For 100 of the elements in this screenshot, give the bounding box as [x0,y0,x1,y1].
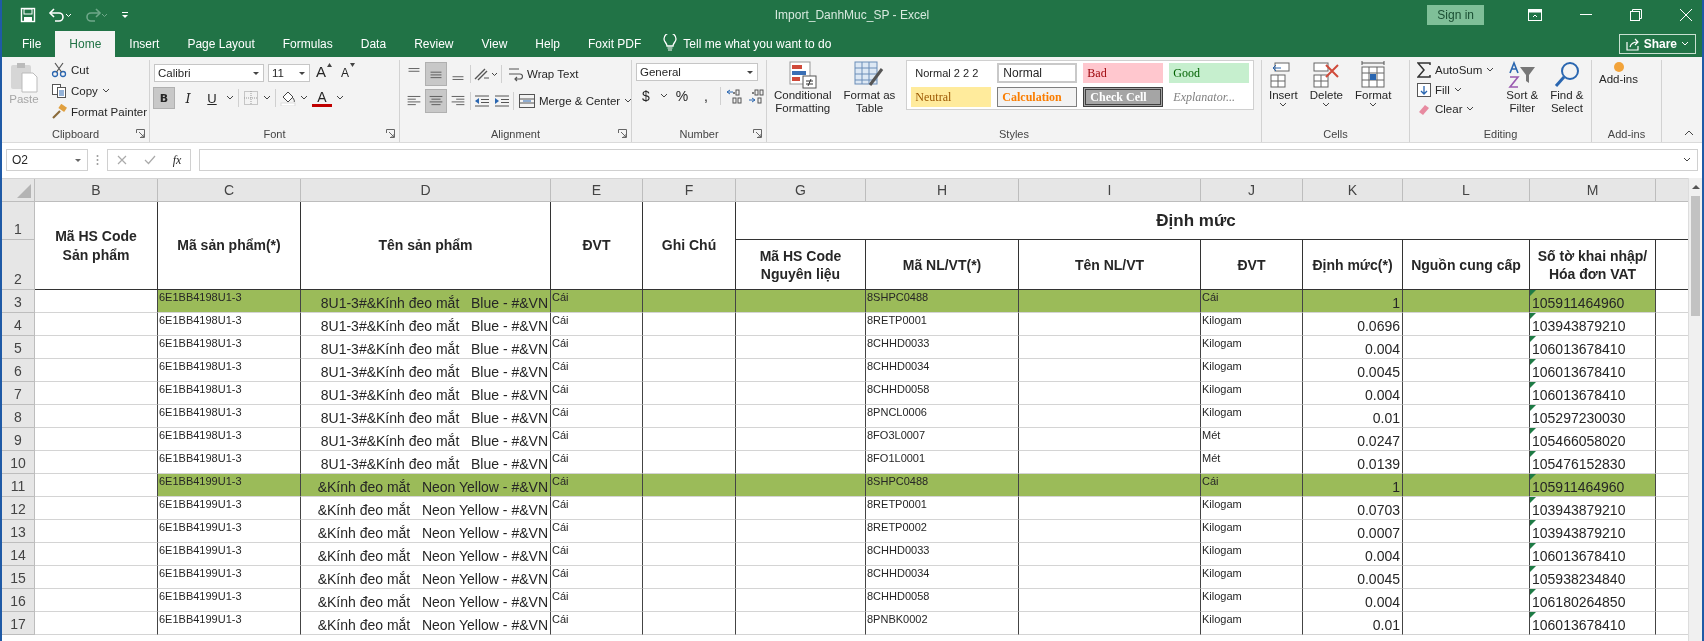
column-header[interactable]: C [158,179,301,202]
column-header[interactable]: J [1201,179,1303,202]
column-header[interactable]: B [35,179,158,202]
cell-style-swatch[interactable]: Bad [1083,63,1164,83]
text-orientation-icon[interactable] [473,66,499,82]
font-style-button[interactable]: I [178,88,198,108]
font-color-button[interactable]: A [312,89,332,107]
row-number[interactable]: 11 [2,474,35,497]
merge-center-button[interactable]: Merge & Center [516,92,636,110]
row-number[interactable]: 13 [2,520,35,543]
undo-icon[interactable] [48,7,72,23]
row-number[interactable]: 5 [2,336,35,359]
copy-button[interactable]: Copy [48,81,151,101]
clear-button[interactable]: Clear [1414,100,1498,118]
share-button[interactable]: Share [1618,34,1696,54]
scroll-up-icon[interactable] [1690,184,1701,190]
ribbon-tab[interactable]: Formulas [268,31,347,57]
customize-caret-icon[interactable] [120,9,130,21]
font-size-dropdown[interactable]: 11 [268,64,310,82]
conditional-formatting-button[interactable]: Conditional Formatting [771,60,835,116]
formula-input[interactable] [199,149,1698,171]
column-header[interactable]: G [736,179,866,202]
font-name-dropdown[interactable]: Calibri [154,64,264,82]
row-number[interactable]: 16 [2,589,35,612]
caret-icon[interactable] [300,95,308,101]
format-painter-button[interactable]: Format Painter [48,102,151,122]
row-number[interactable]: 4 [2,313,35,336]
lightbulb-icon[interactable] [663,34,678,52]
collapse-ribbon-icon[interactable] [1684,130,1694,136]
dialog-launcher-icon[interactable] [386,129,395,138]
sign-in-button[interactable]: Sign in [1427,5,1484,25]
drag-handle-icon[interactable] [96,154,99,166]
increase-decimal-icon[interactable] [725,88,743,104]
column-header[interactable]: D [301,179,551,202]
ribbon-tab[interactable]: Insert [115,31,174,57]
font-style-button[interactable]: B [154,88,174,108]
font-style-button[interactable]: U [202,88,222,108]
row-number[interactable]: 1 [2,202,35,240]
row-number[interactable]: 3 [2,290,35,313]
increase-indent-icon[interactable] [493,93,511,109]
ribbon-tab[interactable]: Page Layout [173,31,269,57]
percent-style-button[interactable]: % [672,86,692,106]
scroll-thumb[interactable] [1691,196,1700,316]
row-number[interactable]: 15 [2,566,35,589]
find-select-button[interactable]: Find & Select [1547,60,1587,116]
decrease-font-size-button[interactable]: A [338,63,358,83]
fill-button[interactable]: Fill [1414,81,1498,99]
checkmark-icon[interactable] [143,155,156,165]
autosum-button[interactable]: AutoSum [1414,60,1498,80]
save-icon[interactable] [20,7,36,23]
cut-button[interactable]: Cut [48,60,151,80]
currency-format-button[interactable]: $ [636,86,656,106]
ribbon-tab[interactable]: Review [400,31,468,57]
restore-icon[interactable] [1630,9,1642,21]
row-number[interactable]: 17 [2,612,35,635]
name-box[interactable]: O2 [6,149,88,171]
row-number[interactable]: 9 [2,428,35,451]
align-middle-icon[interactable] [426,63,446,85]
row-number[interactable]: 14 [2,543,35,566]
ribbon-tab[interactable]: Help [521,31,574,57]
column-header[interactable]: L [1403,179,1530,202]
format-as-table-button[interactable]: Format as Table [840,60,899,116]
row-number[interactable]: 12 [2,497,35,520]
caret-icon[interactable] [660,93,668,99]
column-header[interactable]: M [1530,179,1656,202]
ribbon-tab[interactable]: Foxit PDF [574,31,656,57]
wrap-text-button[interactable]: Wrap Text [504,64,582,84]
cells-button[interactable]: Format [1352,60,1395,109]
vertical-scrollbar[interactable] [1688,178,1702,641]
ribbon-tab[interactable]: Data [346,31,401,57]
row-number[interactable]: 10 [2,451,35,474]
column-header[interactable]: H [866,179,1019,202]
dialog-launcher-icon[interactable] [136,129,145,138]
caret-icon[interactable] [263,95,271,101]
ribbon-tab[interactable]: View [467,31,522,57]
cells-button[interactable]: Insert [1266,60,1301,109]
decrease-indent-icon[interactable] [473,93,491,109]
minimize-icon[interactable] [1580,14,1592,16]
cell-style-swatch[interactable]: Neutral [911,87,992,107]
row-number[interactable]: 6 [2,359,35,382]
increase-font-size-button[interactable]: A [314,63,334,83]
cells-button[interactable]: Delete [1306,60,1346,109]
comma-style-button[interactable]: , [696,86,716,106]
cell-style-swatch[interactable]: Normal [997,63,1078,83]
column-header[interactable]: F [643,179,736,202]
add-ins-button[interactable]: Add-ins [1596,60,1641,87]
column-header[interactable]: E [551,179,643,202]
fill-bucket-icon[interactable] [280,90,296,106]
column-header[interactable]: I [1019,179,1201,202]
tell-me-search[interactable]: Tell me what you want to do [683,37,832,57]
caret-icon[interactable] [336,95,344,101]
align-center-icon[interactable] [426,90,446,112]
ribbon-tab[interactable]: Home [55,31,116,57]
cell-style-swatch[interactable]: Good [1169,63,1250,83]
dialog-launcher-icon[interactable] [618,129,627,138]
expand-caret-icon[interactable] [1683,157,1691,163]
dialog-launcher-icon[interactable] [753,129,762,138]
sort-filter-button[interactable]: Sort & Filter [1503,60,1542,116]
insert-function-button[interactable]: fx [172,152,182,168]
number-format-dropdown[interactable]: General [636,63,758,81]
